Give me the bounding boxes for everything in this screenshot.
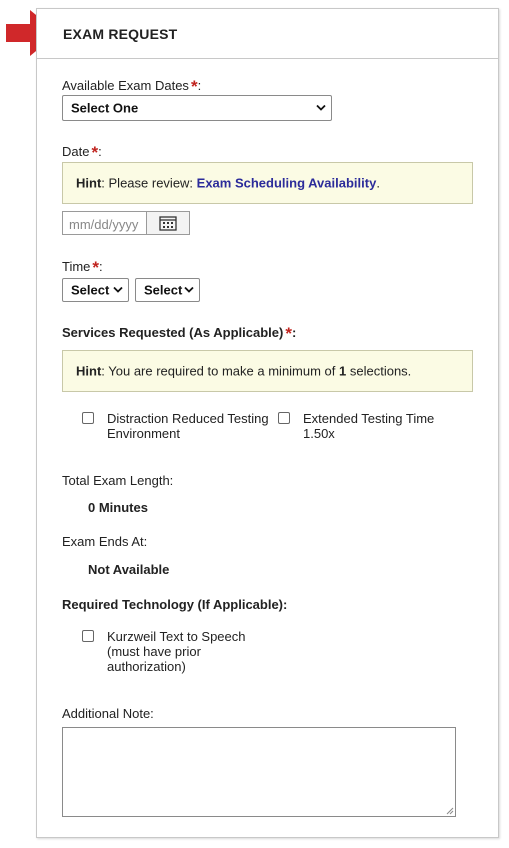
exam-dates-label: Available Exam Dates *: (62, 77, 202, 96)
required-marker: * (285, 324, 292, 343)
exam-scheduling-availability-link[interactable]: Exam Scheduling Availability (197, 176, 377, 191)
minute-select[interactable]: Select (135, 278, 200, 302)
calendar-button[interactable] (146, 212, 189, 234)
hour-select[interactable]: Select (62, 278, 129, 302)
date-hint-text: Hint: Please review: Exam Scheduling Ava… (76, 175, 380, 191)
services-label: Services Requested (As Applicable) *: (62, 324, 297, 343)
date-label: Date *: (62, 143, 102, 162)
ends-at-label: Exam Ends At: (62, 534, 148, 549)
distraction-reduced-label[interactable]: Distraction Reduced Testing Environment (107, 411, 269, 441)
services-hint-text: Hint: You are required to make a minimum… (76, 363, 412, 379)
additional-note-textarea[interactable] (62, 727, 456, 817)
services-hint-box: Hint: You are required to make a minimum… (62, 350, 473, 392)
panel-header: EXAM REQUEST (37, 9, 498, 59)
chevron-down-icon (316, 104, 326, 111)
kurzweil-checkbox[interactable] (82, 630, 94, 642)
extended-time-label[interactable]: Extended Testing Time 1.50x (303, 411, 434, 441)
calendar-icon (159, 216, 177, 231)
required-marker: * (92, 258, 100, 277)
extended-time-checkbox[interactable] (278, 412, 290, 424)
total-length-label: Total Exam Length: (62, 473, 174, 488)
chevron-down-icon (113, 286, 123, 293)
date-placeholder: mm/dd/yyyy (69, 217, 139, 232)
total-length-value: 0 Minutes (88, 500, 148, 515)
resize-grip-icon[interactable] (446, 807, 454, 815)
date-input[interactable]: mm/dd/yyyy (62, 211, 190, 235)
date-hint-box: Hint: Please review: Exam Scheduling Ava… (62, 162, 473, 204)
technology-label: Required Technology (If Applicable): (62, 597, 288, 612)
exam-dates-select[interactable]: Select One (62, 95, 332, 121)
required-marker: * (91, 143, 99, 162)
additional-note-label: Additional Note: (62, 706, 154, 721)
time-label: Time *: (62, 258, 103, 277)
ends-at-value: Not Available (88, 562, 170, 577)
kurzweil-label[interactable]: Kurzweil Text to Speech (must have prior… (107, 629, 246, 674)
distraction-reduced-checkbox[interactable] (82, 412, 94, 424)
chevron-down-icon (184, 286, 194, 293)
required-marker: * (190, 77, 198, 96)
panel-title: EXAM REQUEST (63, 26, 178, 42)
